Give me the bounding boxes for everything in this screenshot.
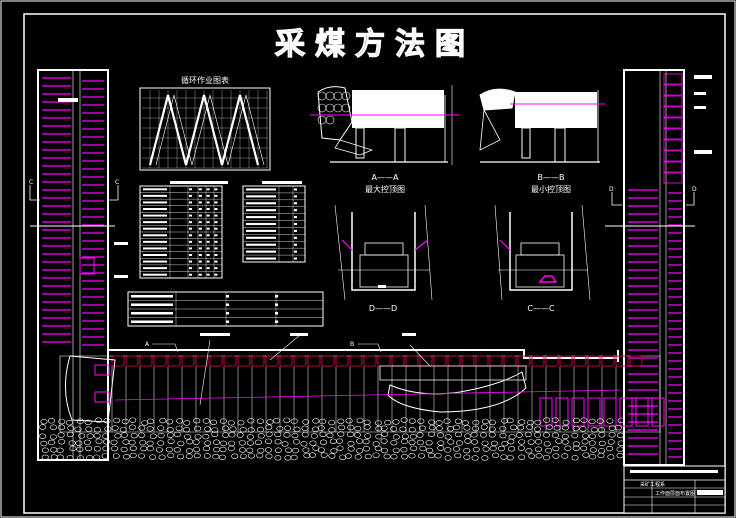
leader-tag: [58, 98, 78, 102]
section-dd-label: D——D: [369, 304, 397, 313]
section-bb-caption: 最小控顶图: [531, 184, 571, 194]
gob-area: [39, 417, 625, 461]
section-cc-label: C——C: [527, 304, 555, 313]
section-bb-label: B——B: [538, 173, 565, 182]
marker-c-right: C: [115, 179, 119, 186]
section-aa-caption: 最大控顶图: [365, 184, 405, 194]
drawing-canvas: 采煤方法图 C C D D 循环作业图表 A——A 最大控顶图 B——B 最小控…: [0, 0, 736, 518]
cycle-chart-title: 循环作业图表: [181, 75, 229, 85]
marker-a: A: [145, 341, 150, 348]
title-block-drawing: 工作面层面布置图: [655, 490, 695, 497]
marker-d-left: D: [609, 186, 614, 193]
title-block: [623, 465, 726, 514]
right-roadway: [605, 69, 712, 466]
section-cc-drawing: [494, 204, 591, 301]
drawing-title: 采煤方法图: [275, 27, 475, 62]
marker-c-left: C: [29, 179, 33, 186]
marker-b: B: [350, 341, 354, 348]
cycle-chart: [139, 87, 271, 171]
title-block-dept: 采矿工程系: [640, 481, 665, 488]
section-aa-drawing: [310, 85, 460, 165]
marker-d-right: D: [692, 186, 697, 193]
equipment-table: [139, 185, 223, 279]
section-dd-drawing: [334, 204, 433, 301]
legend-table: [127, 291, 324, 327]
parameter-table: [242, 185, 306, 263]
section-aa-label: A——A: [372, 173, 399, 182]
left-roadway: [29, 69, 128, 461]
section-bb-drawing: [479, 88, 605, 163]
